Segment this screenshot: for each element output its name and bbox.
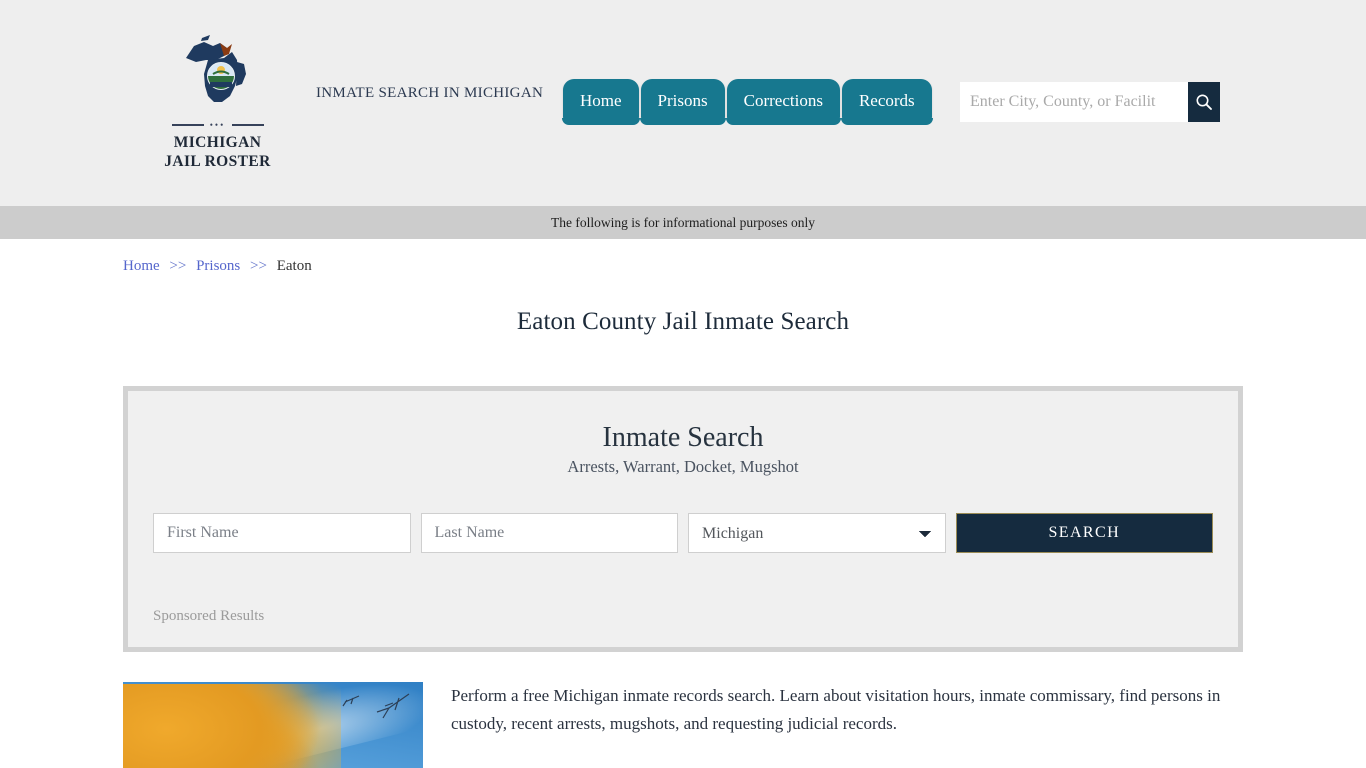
panel-title: Inmate Search (602, 422, 764, 453)
nav-item-corrections-label: Corrections (743, 90, 823, 110)
inmate-search-form: Michigan SEARCH (153, 513, 1213, 553)
first-name-input[interactable] (153, 513, 411, 553)
page-content: Home >> Prisons >> Eaton Eaton County Ja… (0, 239, 1366, 768)
site-logo[interactable]: ••• MICHIGAN JAIL ROSTER (160, 30, 275, 171)
header-search-input[interactable] (960, 82, 1188, 122)
nav-item-records[interactable]: Records (840, 79, 933, 125)
search-icon (1196, 94, 1212, 110)
nav-item-corrections[interactable]: Corrections (725, 79, 842, 125)
search-submit-button[interactable]: SEARCH (955, 513, 1213, 553)
breadcrumb-separator-1: >> (169, 258, 187, 274)
nav-item-prisons-label: Prisons (657, 90, 708, 110)
panel-subtitle: Arrests, Warrant, Docket, Mugshot (567, 457, 799, 476)
nav-item-prisons[interactable]: Prisons (639, 79, 726, 125)
michigan-state-outline-icon (160, 30, 275, 118)
breadcrumb-current: Eaton (276, 258, 312, 274)
inmate-search-panel: Inmate Search Arrests, Warrant, Docket, … (123, 386, 1243, 652)
article-intro-section: Perform a free Michigan inmate records s… (123, 682, 1243, 768)
breadcrumb-home[interactable]: Home (123, 258, 160, 274)
header-search (960, 82, 1220, 122)
breadcrumb-prisons[interactable]: Prisons (196, 258, 240, 274)
nav-item-home-label: Home (580, 90, 622, 110)
article-intro-paragraph: Perform a free Michigan inmate records s… (451, 686, 1221, 733)
photo-branch (342, 693, 410, 719)
site-tagline: INMATE SEARCH IN MICHIGAN (316, 85, 544, 101)
header-search-button[interactable] (1188, 82, 1220, 122)
last-name-input[interactable] (420, 513, 679, 553)
autumn-trees-photo (123, 682, 423, 768)
nav-item-home[interactable]: Home (562, 79, 640, 125)
logo-divider: ••• (171, 120, 264, 130)
informational-notice-bar: The following is for informational purpo… (0, 206, 1366, 239)
page-title: Eaton County Jail Inmate Search (516, 308, 850, 335)
state-select[interactable]: Michigan (688, 513, 946, 553)
logo-text-line2: JAIL ROSTER (164, 153, 271, 170)
photo-foliage (123, 684, 341, 768)
site-header: ••• MICHIGAN JAIL ROSTER INMATE SEARCH I… (0, 0, 1366, 206)
nav-item-records-label: Records (858, 90, 915, 110)
main-navigation: Home Prisons Corrections Records (562, 79, 934, 125)
breadcrumb: Home >> Prisons >> Eaton (123, 239, 1243, 275)
notice-text: The following is for informational purpo… (551, 214, 815, 230)
content-wrapper: Home >> Prisons >> Eaton Eaton County Ja… (123, 239, 1243, 768)
breadcrumb-separator-2: >> (250, 258, 267, 274)
logo-dots-icon: ••• (209, 120, 226, 130)
logo-text-line1: MICHIGAN (173, 134, 262, 151)
sponsored-results-label: Sponsored Results (153, 608, 265, 624)
